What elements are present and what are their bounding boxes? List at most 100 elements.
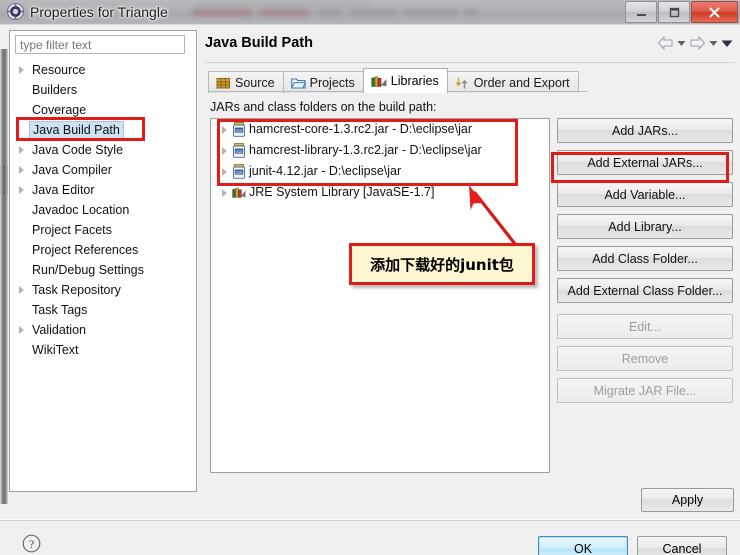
back-arrow-icon[interactable] bbox=[657, 36, 674, 50]
svg-text:010: 010 bbox=[236, 128, 244, 133]
entry-label: JRE System Library [JavaSE-1.7] bbox=[249, 185, 435, 199]
dialog-body: Resource Builders Coverage Java Build Path J… bbox=[0, 24, 740, 555]
tab-order-and-export[interactable]: Order and Export bbox=[446, 71, 579, 93]
jar-icon: 010 bbox=[233, 164, 245, 179]
button-add-jars[interactable]: Add JARs... bbox=[557, 118, 733, 143]
sidebar-item-label: WikiText bbox=[32, 343, 79, 357]
footer-divider bbox=[0, 520, 740, 521]
expand-arrow-icon[interactable] bbox=[19, 286, 24, 294]
sidebar-item-label: Task Tags bbox=[32, 303, 88, 317]
list-label: JARs and class folders on the build path… bbox=[210, 100, 437, 114]
sidebar-item-java-compiler[interactable]: Java Compiler bbox=[10, 160, 196, 180]
apply-button[interactable]: Apply bbox=[641, 488, 734, 512]
svg-text:?: ? bbox=[29, 537, 34, 551]
forward-chevron-down-icon[interactable] bbox=[709, 39, 718, 47]
button-add-variable[interactable]: Add Variable... bbox=[557, 182, 733, 207]
sidebar-item-builders[interactable]: Builders bbox=[10, 80, 196, 100]
expand-arrow-icon[interactable] bbox=[222, 189, 227, 197]
entry-label: hamcrest-core-1.3.rc2.jar - D:\eclipse\j… bbox=[249, 122, 472, 136]
sidebar-item-label: Coverage bbox=[32, 103, 87, 117]
sidebar-item-label: Project References bbox=[32, 243, 139, 257]
button-remove: Remove bbox=[557, 346, 733, 371]
button-add-library[interactable]: Add Library... bbox=[557, 214, 733, 239]
minimize-button[interactable] bbox=[625, 1, 657, 23]
sidebar-item-label: Resource bbox=[32, 63, 86, 77]
sidebar-item-project-references[interactable]: Project References bbox=[10, 240, 196, 260]
button-add-class-folder[interactable]: Add Class Folder... bbox=[557, 246, 733, 271]
tab-label: Projects bbox=[309, 75, 355, 90]
title-divider bbox=[205, 62, 735, 63]
sidebar-item-label: Project Facets bbox=[32, 223, 112, 237]
build-path-entry[interactable]: 010 junit-4.12.jar - D:\eclipse\jar bbox=[211, 161, 549, 182]
expand-arrow-icon[interactable] bbox=[222, 168, 227, 176]
build-path-entry[interactable]: 010 hamcrest-library-1.3.rc2.jar - D:\ecl… bbox=[211, 140, 549, 161]
sidebar-item-label: Run/Debug Settings bbox=[32, 263, 144, 277]
sidebar-item-java-build-path[interactable]: Java Build Path bbox=[10, 120, 196, 140]
eclipse-properties-icon bbox=[7, 3, 24, 20]
sidebar-item-project-facets[interactable]: Project Facets bbox=[10, 220, 196, 240]
background-scrollbar-artifact bbox=[0, 49, 8, 504]
sidebar-item-label: Java Compiler bbox=[32, 163, 112, 177]
tab-libraries[interactable]: Libraries bbox=[362, 68, 448, 93]
title-bar: Properties for Triangle bbox=[0, 0, 740, 24]
window-title: Properties for Triangle bbox=[30, 4, 168, 20]
sidebar-item-coverage[interactable]: Coverage bbox=[10, 100, 196, 120]
action-button-column: Add JARs... Add External JARs... Add Varia… bbox=[557, 118, 733, 410]
forward-arrow-icon[interactable] bbox=[689, 36, 706, 50]
close-button[interactable] bbox=[691, 1, 738, 23]
expand-arrow-icon[interactable] bbox=[222, 126, 227, 134]
build-path-list[interactable]: 010 hamcrest-core-1.3.rc2.jar - D:\eclips… bbox=[210, 118, 550, 473]
jar-icon: 010 bbox=[233, 143, 245, 158]
button-add-external-jars[interactable]: Add External JARs... bbox=[557, 150, 733, 175]
sidebar-item-task-tags[interactable]: Task Tags bbox=[10, 300, 196, 320]
settings-tree-panel: Resource Builders Coverage Java Build Path J… bbox=[9, 30, 197, 492]
expand-arrow-icon[interactable] bbox=[222, 147, 227, 155]
tab-label: Libraries bbox=[390, 74, 439, 88]
sidebar-item-label: Builders bbox=[32, 83, 78, 97]
jar-icon: 010 bbox=[233, 122, 245, 137]
libraries-books-icon bbox=[371, 76, 387, 87]
settings-tree: Resource Builders Coverage Java Build Path J… bbox=[10, 60, 196, 360]
sidebar-item-wikitext[interactable]: WikiText bbox=[10, 340, 196, 360]
ok-button[interactable]: OK bbox=[538, 536, 628, 555]
sidebar-item-java-editor[interactable]: Java Editor bbox=[10, 180, 196, 200]
button-migrate-jar-file: Migrate JAR File... bbox=[557, 378, 733, 403]
properties-dialog-window: Properties for Triangle type filter text… bbox=[0, 0, 740, 555]
maximize-button[interactable] bbox=[658, 1, 690, 23]
tab-projects[interactable]: Projects bbox=[282, 71, 364, 93]
build-path-entry[interactable]: 010 hamcrest-core-1.3.rc2.jar - D:\eclips… bbox=[211, 119, 549, 140]
back-chevron-down-icon[interactable] bbox=[677, 39, 686, 47]
expand-arrow-icon[interactable] bbox=[19, 66, 24, 74]
tab-label: Order and Export bbox=[473, 75, 570, 90]
page-title: Java Build Path bbox=[205, 35, 313, 51]
source-package-icon bbox=[216, 77, 230, 88]
sidebar-item-java-code-style[interactable]: Java Code Style bbox=[10, 140, 196, 160]
sidebar-item-javadoc-location[interactable]: Javadoc Location bbox=[10, 200, 196, 220]
build-path-entry[interactable]: JRE System Library [JavaSE-1.7] bbox=[211, 182, 549, 203]
sidebar-item-label: Java Build Path bbox=[29, 121, 124, 140]
page-nav-controls bbox=[657, 36, 733, 50]
sidebar-item-validation[interactable]: Validation bbox=[10, 320, 196, 340]
help-question-icon[interactable]: ? bbox=[22, 534, 41, 553]
sidebar-item-label: Task Repository bbox=[32, 283, 121, 297]
filter-input[interactable] bbox=[15, 35, 185, 54]
sidebar-item-label: Java Editor bbox=[32, 183, 95, 197]
entry-label: hamcrest-library-1.3.rc2.jar - D:\eclips… bbox=[249, 143, 482, 157]
sidebar-item-resource[interactable]: Resource bbox=[10, 60, 196, 80]
button-edit: Edit... bbox=[557, 314, 733, 339]
sidebar-item-label: Javadoc Location bbox=[32, 203, 130, 217]
sidebar-item-task-repository[interactable]: Task Repository bbox=[10, 280, 196, 300]
expand-arrow-icon[interactable] bbox=[19, 146, 24, 154]
expand-arrow-icon[interactable] bbox=[19, 186, 24, 194]
sidebar-item-label: Java Code Style bbox=[32, 143, 124, 157]
sidebar-item-run-debug-settings[interactable]: Run/Debug Settings bbox=[10, 260, 196, 280]
svg-text:010: 010 bbox=[236, 149, 244, 154]
sidebar-item-label: Validation bbox=[32, 323, 86, 337]
tab-source[interactable]: Source bbox=[208, 71, 284, 93]
expand-arrow-icon[interactable] bbox=[19, 326, 24, 334]
button-add-external-class-folder[interactable]: Add External Class Folder... bbox=[557, 278, 733, 303]
annotation-callout: 添加下载好的junit包 bbox=[349, 243, 535, 285]
chevron-down-filled-icon[interactable] bbox=[721, 39, 733, 48]
cancel-button[interactable]: Cancel bbox=[637, 536, 727, 555]
expand-arrow-icon[interactable] bbox=[19, 166, 24, 174]
